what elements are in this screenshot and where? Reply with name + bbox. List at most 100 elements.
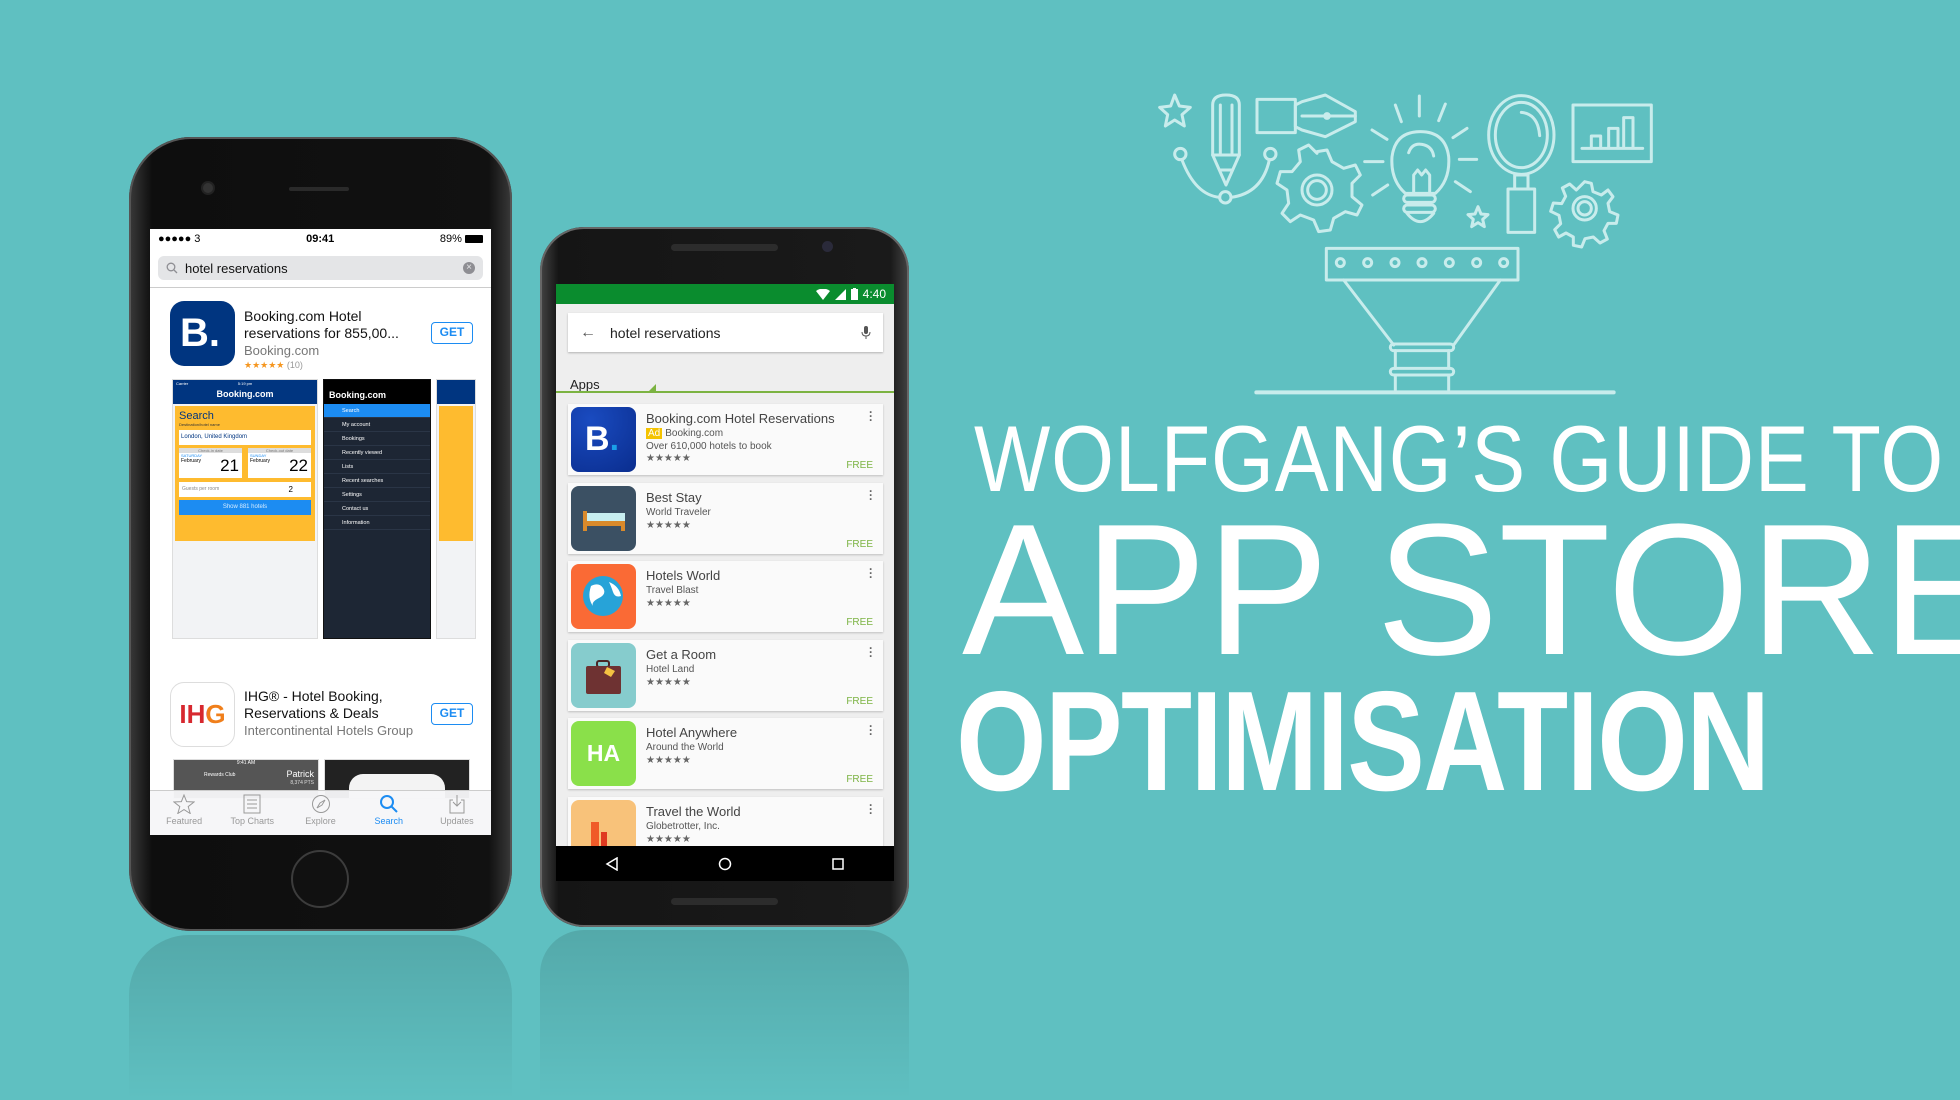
overflow-menu-icon[interactable]: · · · xyxy=(869,642,873,662)
menu-item: Recently viewed xyxy=(324,446,430,460)
app-title[interactable]: IHG® - Hotel Booking, Reservations & Dea… xyxy=(244,688,424,722)
menu-item: Settings xyxy=(324,488,430,502)
ios-status-bar: ●●●●● 3 09:41 89% xyxy=(150,229,491,249)
app-title: Travel the World xyxy=(646,804,741,819)
signal-icon xyxy=(834,288,846,300)
overflow-menu-icon[interactable]: · · · xyxy=(869,485,873,505)
result-card[interactable]: Best Stay World Traveler ★★★★★ FREE · · · xyxy=(568,483,883,554)
overflow-menu-icon[interactable]: · · · xyxy=(869,720,873,740)
result-card[interactable]: Hotels World Travel Blast ★★★★★ FREE · · · xyxy=(568,561,883,632)
bar-chart-icon xyxy=(1571,103,1653,164)
clear-icon[interactable]: × xyxy=(463,262,475,274)
overflow-menu-icon[interactable]: · · · xyxy=(869,406,873,426)
price: FREE xyxy=(846,460,873,471)
screenshot-search-partial[interactable] xyxy=(436,379,476,639)
home-button[interactable] xyxy=(291,850,349,908)
bezier-pen-icon xyxy=(1173,146,1278,205)
menu-item: My account xyxy=(324,418,430,432)
app-title[interactable]: Booking.com Hotel reservations for 855,0… xyxy=(244,308,424,342)
aso-illustration xyxy=(1158,93,1653,395)
star-icon xyxy=(173,794,196,814)
app-developer: Hotel Land xyxy=(646,664,695,675)
carrier-signal: ●●●●● 3 xyxy=(158,233,201,245)
rating-stars: ★★★★★ xyxy=(646,834,691,845)
search-icon xyxy=(379,795,398,813)
menu-item: Lists xyxy=(324,460,430,474)
tab-explore[interactable]: Explore xyxy=(286,791,354,835)
download-icon xyxy=(449,795,465,814)
back-arrow-icon[interactable]: ← xyxy=(580,324,596,342)
iphone-reflection xyxy=(129,935,512,1100)
bed-app-icon xyxy=(571,486,636,551)
section-apps[interactable]: Apps xyxy=(570,377,600,392)
divider xyxy=(150,287,491,288)
google-play-screen: 4:40 ← hotel reservations Apps B. Bookin… xyxy=(556,284,894,881)
get-button[interactable]: GET xyxy=(431,322,473,344)
app-title: Hotel Anywhere xyxy=(646,725,738,740)
ha-app-icon: HA xyxy=(571,721,636,786)
search-field[interactable]: hotel reservations × xyxy=(158,256,483,280)
result-card[interactable]: Get a Room Hotel Land ★★★★★ FREE · · · xyxy=(568,640,883,711)
overflow-menu-icon[interactable]: · · · xyxy=(869,799,873,819)
tab-top-charts[interactable]: Top Charts xyxy=(218,791,286,835)
app-title: Best Stay xyxy=(646,490,702,505)
booking-app-icon: B. xyxy=(571,407,636,472)
tab-updates[interactable]: Updates xyxy=(423,791,491,835)
back-icon[interactable] xyxy=(605,856,619,871)
screenshot-menu[interactable]: Booking.com Search My account Bookings Rece… xyxy=(323,379,431,639)
rating: ★★★★★ (10) xyxy=(244,360,303,370)
front-camera xyxy=(203,183,213,193)
android-nav-bar xyxy=(556,846,894,881)
recents-icon[interactable] xyxy=(831,857,845,871)
ihg-points: 8,374 PTS xyxy=(290,780,314,786)
pencil-icon xyxy=(1211,93,1241,187)
tab-featured[interactable]: Featured xyxy=(150,791,218,835)
get-button[interactable]: GET xyxy=(431,703,473,725)
rating-stars: ★★★★★ xyxy=(646,755,691,766)
search-field[interactable]: ← hotel reservations xyxy=(568,313,883,352)
app-title: Hotels World xyxy=(646,568,721,583)
gear-icon xyxy=(1275,143,1364,234)
magnifier-icon xyxy=(1487,94,1556,234)
search-icon xyxy=(166,262,178,274)
search-query: hotel reservations xyxy=(185,260,288,276)
screenshot-status-bar: Carrier 5:19 pm xyxy=(173,380,317,387)
suitcase-app-icon xyxy=(571,643,636,708)
wifi-icon xyxy=(815,288,830,300)
battery: 89% xyxy=(440,233,483,245)
bottom-speaker xyxy=(671,898,778,905)
front-camera xyxy=(822,241,833,252)
menu-item: Recent searches xyxy=(324,474,430,488)
result-card[interactable]: HA Hotel Anywhere Around the World ★★★★★… xyxy=(568,718,883,789)
search-query: hotel reservations xyxy=(610,324,721,341)
top-speaker xyxy=(671,244,778,251)
app-developer: Globetrotter, Inc. xyxy=(646,821,720,832)
clock: 09:41 xyxy=(306,233,335,245)
ihg-time: 9:41 AM xyxy=(236,760,256,766)
result-card[interactable]: B. Booking.com Hotel Reservations Ad Book… xyxy=(568,404,883,475)
compass-icon xyxy=(311,795,330,813)
star-icon xyxy=(1158,93,1192,128)
small-gear-icon xyxy=(1549,180,1620,249)
app-description: Over 610,000 hotels to book xyxy=(646,441,772,452)
section-corner xyxy=(649,384,656,391)
rating-stars: ★★★★★ xyxy=(646,677,691,688)
menu-item: Search xyxy=(324,404,430,418)
microphone-icon[interactable] xyxy=(861,325,871,340)
earpiece xyxy=(289,187,349,191)
battery-icon xyxy=(850,288,858,300)
booking-app-icon: B. xyxy=(170,301,235,366)
headline-line-3: OPTIMISATION xyxy=(956,662,1770,821)
tab-search[interactable]: Search xyxy=(355,791,423,835)
fountain-pen-icon xyxy=(1255,93,1357,139)
list-icon xyxy=(243,794,261,814)
screenshot-search[interactable]: Carrier 5:19 pm Booking.com Search Desti… xyxy=(172,379,318,639)
ihg-club: Rewards Club xyxy=(204,772,236,778)
globe-app-icon xyxy=(571,564,636,629)
menu-item: Bookings xyxy=(324,432,430,446)
rating-stars: ★★★★★ xyxy=(646,453,691,464)
overflow-menu-icon[interactable]: · · · xyxy=(869,563,873,583)
home-icon[interactable] xyxy=(718,857,732,871)
section-divider xyxy=(556,391,894,393)
app-developer: World Traveler xyxy=(646,507,711,518)
